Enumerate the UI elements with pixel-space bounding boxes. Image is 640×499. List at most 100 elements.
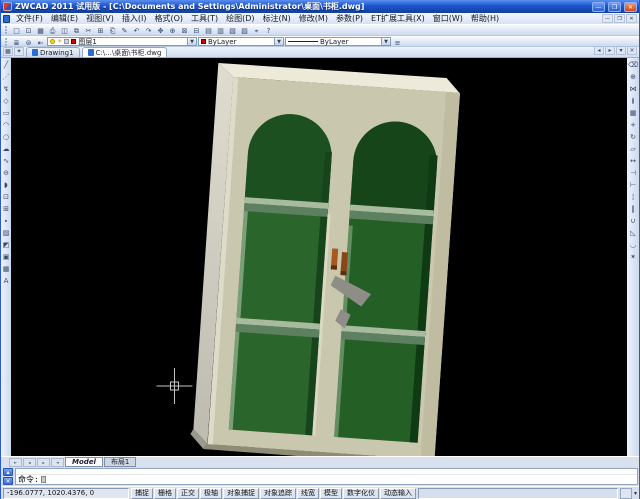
linetype-combo[interactable]: ByLayer ▼ xyxy=(285,37,391,46)
menu-item[interactable]: 帮助(H) xyxy=(467,13,503,24)
layer-manager-icon[interactable]: ≣ xyxy=(11,37,22,47)
layer-states-icon[interactable]: ⊜ xyxy=(23,37,34,47)
pin-icon[interactable]: ✦ xyxy=(14,47,24,56)
insert-block-icon[interactable]: ⊡ xyxy=(1,191,11,203)
status-toggle-button[interactable]: 模型 xyxy=(320,488,342,499)
erase-icon[interactable]: ⌫ xyxy=(627,59,639,71)
command-close-icon[interactable]: × xyxy=(3,477,13,485)
tab-scroll-left-icon[interactable]: ◂ xyxy=(594,46,604,55)
restore-button[interactable]: ❐ xyxy=(608,2,621,12)
status-toggle-button[interactable]: 数字化仪 xyxy=(343,488,379,499)
menu-item[interactable]: 窗口(W) xyxy=(429,13,467,24)
construction-line-icon[interactable]: ⋰ xyxy=(1,71,11,83)
preview-icon[interactable]: ◫ xyxy=(59,25,70,35)
redo-icon[interactable]: ↷ xyxy=(143,25,154,35)
menu-item[interactable]: 插入(I) xyxy=(118,13,151,24)
fillet-icon[interactable]: ◡ xyxy=(627,239,639,251)
menu-item[interactable]: ET扩展工具(X) xyxy=(367,13,429,24)
menu-item[interactable]: 工具(T) xyxy=(187,13,222,24)
help-icon[interactable]: ? xyxy=(263,25,274,35)
command-text-area[interactable]: 命令: xyxy=(15,468,638,485)
polyline-icon[interactable]: ↯ xyxy=(1,83,11,95)
mtext-icon[interactable]: A xyxy=(1,275,11,287)
drawing-canvas[interactable] xyxy=(11,58,627,456)
copy-icon[interactable]: ⊞ xyxy=(95,25,106,35)
status-toggle-button[interactable]: 动态输入 xyxy=(380,488,416,499)
layer-combo[interactable]: ☀ 图层1 ▼ xyxy=(47,37,197,46)
mdi-minimize-button[interactable]: — xyxy=(602,14,613,23)
prev-tab-icon[interactable]: ◂ xyxy=(23,458,36,467)
move-icon[interactable]: + xyxy=(627,119,639,131)
publish-icon[interactable]: ⧉ xyxy=(71,25,82,35)
status-toggle-button[interactable]: 线宽 xyxy=(297,488,319,499)
join-icon[interactable]: ∪ xyxy=(627,215,639,227)
mdi-close-button[interactable]: ✕ xyxy=(626,14,637,23)
status-toggle-button[interactable]: 对象追踪 xyxy=(260,488,296,499)
copy-object-icon[interactable]: ⊕ xyxy=(627,71,639,83)
menu-item[interactable]: 修改(M) xyxy=(295,13,332,24)
rectangle-icon[interactable]: ▭ xyxy=(1,107,11,119)
tab-menu-icon[interactable]: ▾ xyxy=(616,46,626,55)
gradient-icon[interactable]: ◩ xyxy=(1,239,11,251)
tray-chevron-icon[interactable]: ▾ xyxy=(634,490,637,497)
circle-icon[interactable]: ○ xyxy=(1,131,11,143)
break-icon[interactable]: ‖ xyxy=(627,203,639,215)
last-tab-icon[interactable]: ⇥ xyxy=(51,458,64,467)
tab-scroll-right-icon[interactable]: ▸ xyxy=(605,46,615,55)
chevron-down-icon[interactable]: ▼ xyxy=(381,38,390,45)
polygon-icon[interactable]: ◇ xyxy=(1,95,11,107)
scale-icon[interactable]: ▱ xyxy=(627,143,639,155)
color-combo[interactable]: ByLayer ▼ xyxy=(198,37,284,46)
new-icon[interactable]: □ xyxy=(11,25,22,35)
status-toggle-button[interactable]: 栅格 xyxy=(154,488,176,499)
find-icon[interactable]: ⌖ xyxy=(251,25,262,35)
mdi-restore-button[interactable]: ❐ xyxy=(614,14,625,23)
arc-icon[interactable]: ◠ xyxy=(1,119,11,131)
command-line[interactable]: 命令: xyxy=(16,475,637,484)
ellipse-icon[interactable]: ⊖ xyxy=(1,167,11,179)
extend-icon[interactable]: ⊢ xyxy=(627,179,639,191)
undo-icon[interactable]: ↶ xyxy=(131,25,142,35)
make-block-icon[interactable]: ⊞ xyxy=(1,203,11,215)
break-at-point-icon[interactable]: ¦ xyxy=(627,191,639,203)
linetype-manager-icon[interactable]: ≡ xyxy=(392,37,403,47)
coordinate-readout[interactable]: -196.0777, 1020.4376, 0 xyxy=(3,488,129,499)
markup-icon[interactable]: ▨ xyxy=(239,25,250,35)
mirror-icon[interactable]: ⋈ xyxy=(627,83,639,95)
offset-icon[interactable]: ≬ xyxy=(627,95,639,107)
cut-icon[interactable]: ✂ xyxy=(83,25,94,35)
zoom-realtime-icon[interactable]: ⊕ xyxy=(167,25,178,35)
open-icon[interactable]: ⊡ xyxy=(23,25,34,35)
rotate-icon[interactable]: ↻ xyxy=(627,131,639,143)
trim-icon[interactable]: ⊣ xyxy=(627,167,639,179)
menu-item[interactable]: 参数(P) xyxy=(332,13,367,24)
menu-item[interactable]: 视图(V) xyxy=(82,13,118,24)
doc-tab-shugui[interactable]: C:\...\桌面\书柜.dwg xyxy=(82,47,168,57)
point-icon[interactable]: ∙ xyxy=(1,215,11,227)
grid-icon[interactable]: ▦ xyxy=(3,47,13,56)
table-icon[interactable]: ▦ xyxy=(1,263,11,275)
cabinet-model[interactable] xyxy=(190,63,460,456)
command-dock-icon[interactable]: ▴ xyxy=(3,468,13,476)
document-icon[interactable] xyxy=(3,15,10,23)
status-toggle-button[interactable]: 捕捉 xyxy=(131,488,153,499)
zoom-window-icon[interactable]: ⊠ xyxy=(179,25,190,35)
region-icon[interactable]: ▣ xyxy=(1,251,11,263)
plot-icon[interactable]: ⎙ xyxy=(47,25,58,35)
menu-item[interactable]: 绘图(D) xyxy=(222,13,258,24)
explode-icon[interactable]: ✶ xyxy=(627,251,639,263)
minimize-button[interactable]: — xyxy=(592,2,605,12)
toolbar-grip[interactable] xyxy=(5,38,8,46)
menu-item[interactable]: 格式(O) xyxy=(150,13,187,24)
menu-item[interactable]: 编辑(E) xyxy=(47,13,82,24)
layer-previous-icon[interactable]: ⇤ xyxy=(35,37,46,47)
matchprop-icon[interactable]: ✎ xyxy=(119,25,130,35)
pan-icon[interactable]: ✥ xyxy=(155,25,166,35)
tab-layout1[interactable]: 布局1 xyxy=(104,457,136,467)
toolbar-grip[interactable] xyxy=(5,26,8,34)
chevron-down-icon[interactable]: ▼ xyxy=(274,38,283,45)
spline-icon[interactable]: ∿ xyxy=(1,155,11,167)
close-button[interactable]: ✕ xyxy=(624,2,637,12)
first-tab-icon[interactable]: ⇤ xyxy=(9,458,22,467)
chamfer-icon[interactable]: ◺ xyxy=(627,227,639,239)
